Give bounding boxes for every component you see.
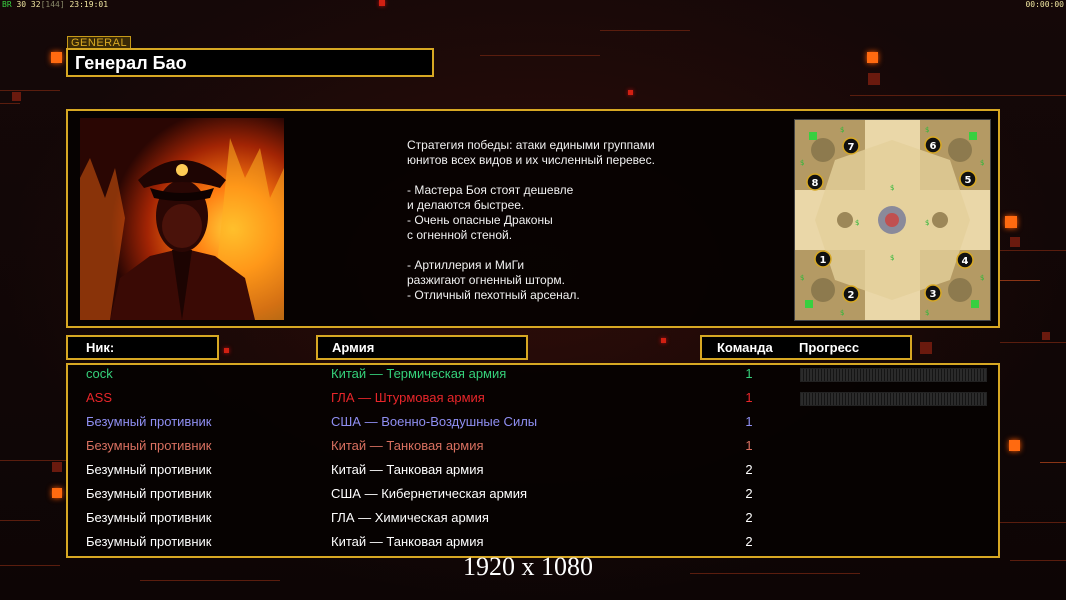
player-army: Китай — Танковая армия: [331, 534, 484, 549]
game-timer: 00:00:00: [1025, 0, 1064, 9]
map-preview[interactable]: $ $ $ $ $ $ $ $ $ $ $ $ 7 6 8 5 1 4 2 3: [794, 119, 991, 321]
player-row[interactable]: ASS ГЛА — Штурмовая армия 1: [0, 389, 1066, 413]
desc-line: [407, 168, 707, 183]
player-army: ГЛА — Штурмовая армия: [331, 390, 485, 405]
player-progress-bar: [800, 392, 987, 406]
player-row[interactable]: cock Китай — Термическая армия 1: [0, 365, 1066, 389]
player-army: Китай — Танковая армия: [331, 438, 484, 453]
desc-line: - Отличный пехотный арсенал.: [407, 288, 580, 302]
hud-clock: 23:19:01: [69, 0, 109, 9]
general-title-box: Генерал Бао: [66, 48, 434, 77]
desc-line: - Артиллерия и МиГи: [407, 258, 525, 272]
desc-line: [407, 243, 707, 258]
desc-line: Стратегия победы: атаки едиными группами: [407, 138, 655, 152]
player-army: США — Военно-Воздушные Силы: [331, 414, 538, 429]
player-team: 2: [745, 462, 753, 477]
player-team: 2: [745, 534, 753, 549]
player-nick: cock: [86, 366, 113, 381]
player-nick: Безумный противник: [86, 438, 212, 453]
map-slot-label: 3: [930, 289, 937, 300]
header-team-label: Команда: [717, 340, 773, 355]
player-team: 2: [745, 510, 753, 525]
map-slot-label: 1: [820, 255, 827, 266]
player-army: ГЛА — Химическая армия: [331, 510, 489, 525]
player-army: США — Кибернетическая армия: [331, 486, 528, 501]
desc-line: - Мастера Боя стоят дешевле: [407, 183, 574, 197]
player-team: 1: [745, 438, 753, 453]
desc-line: и делаются быстрее.: [407, 198, 525, 212]
player-nick: ASS: [86, 390, 113, 405]
map-slot-label: 2: [848, 290, 855, 301]
player-nick: Безумный противник: [86, 510, 212, 525]
player-army: Китай — Танковая армия: [331, 462, 484, 477]
player-nick: Безумный противник: [86, 486, 212, 501]
header-army: Армия: [316, 335, 528, 360]
map-slot-label: 7: [848, 142, 855, 153]
hud-label: BR: [2, 0, 12, 9]
player-row[interactable]: Безумный противник Китай — Танковая арми…: [0, 461, 1066, 485]
player-nick: Безумный противник: [86, 462, 212, 477]
map-slot-label: 8: [812, 178, 819, 189]
resolution-watermark: 1920 x 1080: [463, 552, 593, 581]
player-army: Китай — Термическая армия: [331, 366, 507, 381]
hud-numbers: 30 32: [16, 0, 41, 9]
desc-line: с огненной стеной.: [407, 228, 513, 242]
desc-line: - Очень опасные Драконы: [407, 213, 553, 227]
player-progress-bar: [800, 368, 987, 382]
header-army-label: Армия: [332, 340, 375, 355]
fps-counter: BR 30 32[144] 23:19:01: [2, 0, 108, 9]
player-team: 1: [745, 366, 753, 381]
header-progress-label: Прогресс: [799, 340, 860, 355]
general-portrait: [80, 118, 284, 320]
map-slot-label: 4: [962, 256, 969, 267]
player-team: 2: [745, 486, 753, 501]
player-row[interactable]: Безумный противник ГЛА — Химическая арми…: [0, 509, 1066, 533]
player-nick: Безумный противник: [86, 414, 212, 429]
player-row[interactable]: Безумный противник США — Кибернетическая…: [0, 485, 1066, 509]
general-portrait-image: [80, 118, 284, 320]
player-row[interactable]: Безумный противник США — Военно-Воздушны…: [0, 413, 1066, 437]
map-slot-layer: 7 6 8 5 1 4 2 3: [806, 136, 977, 303]
strategy-description: Стратегия победы: атаки едиными группами…: [407, 138, 707, 303]
player-row[interactable]: Безумный противник Китай — Танковая арми…: [0, 437, 1066, 461]
hud-bracket: [144]: [40, 0, 65, 9]
map-slot-label: 6: [930, 141, 937, 152]
header-nick: Ник:: [66, 335, 219, 360]
player-nick: Безумный противник: [86, 534, 212, 549]
general-name: Генерал Бао: [75, 53, 187, 73]
header-team-progress: Команда Прогресс: [700, 335, 912, 360]
desc-line: юнитов всех видов и их численный перевес…: [407, 153, 655, 167]
player-team: 1: [745, 414, 753, 429]
map-slot-label: 5: [965, 175, 972, 186]
header-nick-label: Ник:: [86, 340, 115, 355]
player-team: 1: [745, 390, 753, 405]
desc-line: разжигают огненный шторм.: [407, 273, 565, 287]
